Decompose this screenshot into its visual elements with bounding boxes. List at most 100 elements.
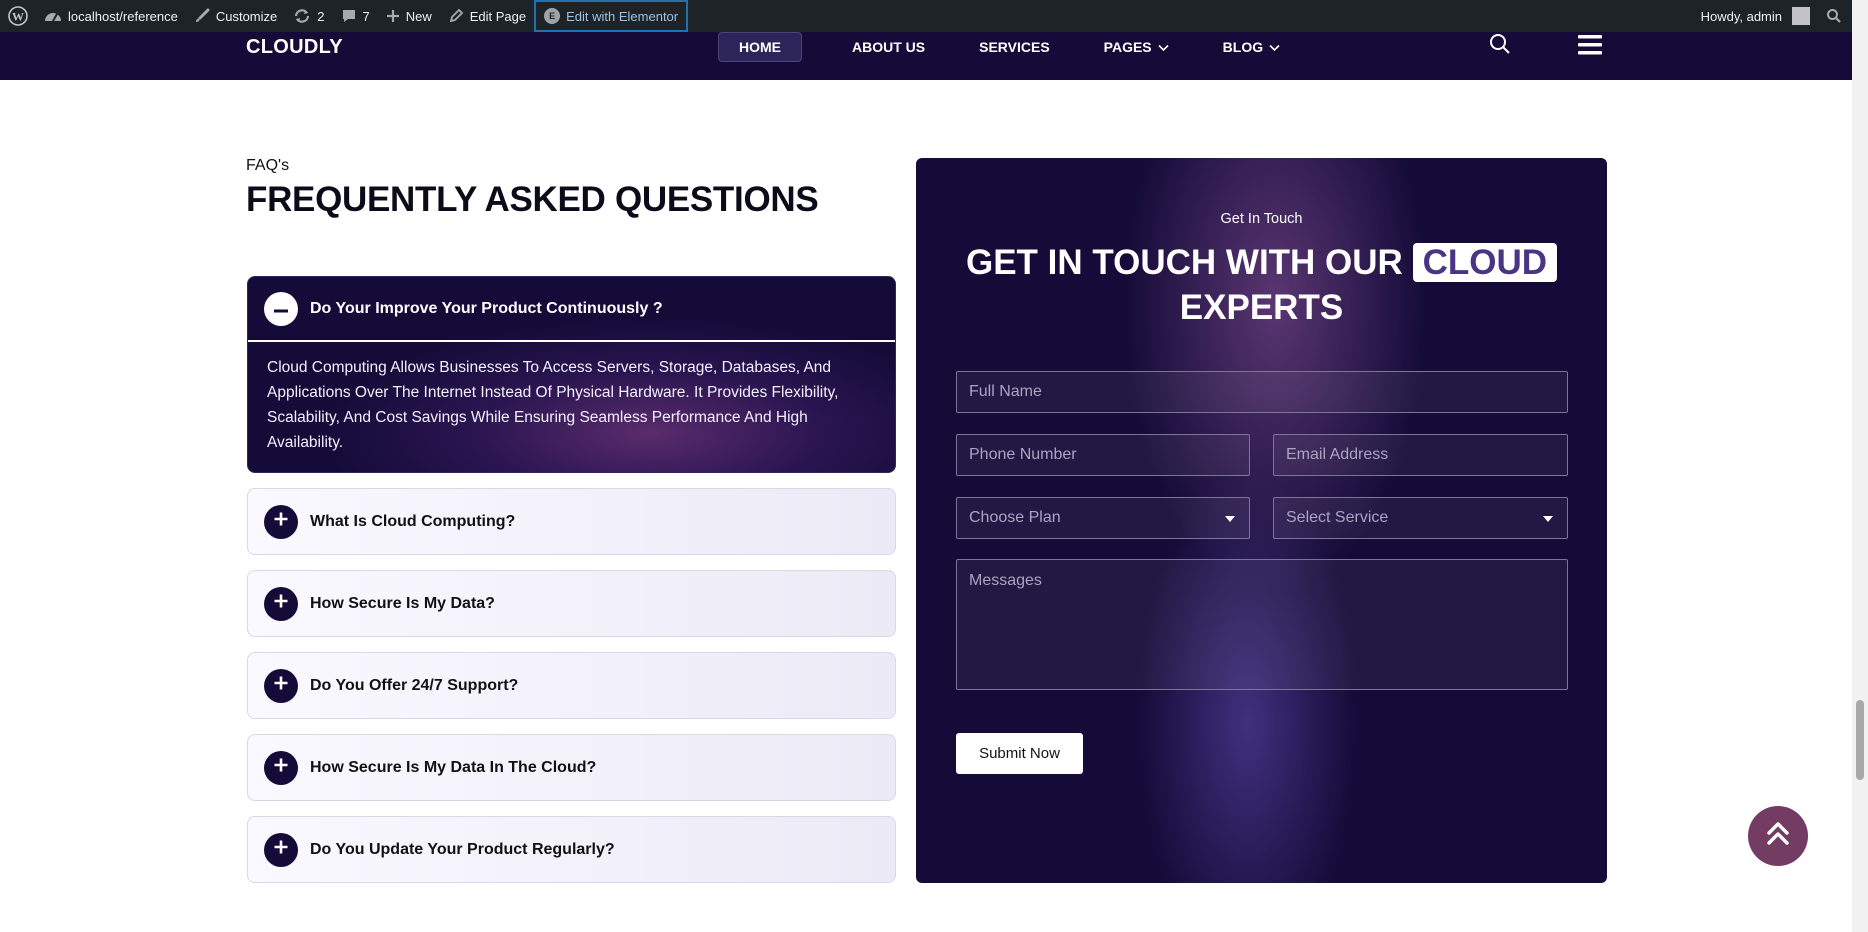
search-icon bbox=[1488, 34, 1512, 60]
contact-title-part2: EXPERTS bbox=[1179, 288, 1344, 327]
nav-item-label: SERVICES bbox=[979, 39, 1050, 55]
double-chevron-up-icon bbox=[1766, 821, 1790, 852]
admin-customize-label: Customize bbox=[215, 8, 278, 24]
service-select-value: Select Service bbox=[1286, 509, 1389, 526]
updates-icon bbox=[293, 7, 311, 25]
plus-icon bbox=[274, 758, 288, 777]
faq-question: Do Your Improve Your Product Continuousl… bbox=[310, 299, 663, 317]
site-logo[interactable]: CLOUDLY bbox=[246, 36, 343, 59]
collapse-button[interactable] bbox=[264, 291, 298, 326]
plus-icon bbox=[274, 840, 288, 859]
nav-item-home[interactable]: HOME bbox=[718, 32, 802, 62]
nav-item-label: BLOG bbox=[1222, 39, 1264, 55]
expand-button[interactable] bbox=[264, 586, 298, 621]
email-placeholder: Email Address bbox=[1286, 446, 1389, 463]
faq-item-header[interactable]: Do Your Improve Your Product Continuousl… bbox=[248, 277, 895, 342]
admin-account-menu[interactable]: Howdy, admin bbox=[1693, 0, 1818, 32]
plan-select[interactable]: Choose Plan bbox=[956, 497, 1250, 539]
contact-kicker: Get In Touch bbox=[1220, 211, 1303, 227]
hamburger-icon bbox=[1578, 35, 1602, 60]
faq-answer: Cloud Computing Allows Businesses To Acc… bbox=[267, 359, 839, 451]
admin-edit-elementor-link[interactable]: E Edit with Elementor bbox=[534, 0, 689, 32]
phone-field[interactable]: Phone Number bbox=[956, 434, 1250, 476]
back-to-top-button[interactable] bbox=[1748, 806, 1808, 866]
chevron-down-icon bbox=[1158, 39, 1169, 55]
faq-question: Do You Offer 24/7 Support? bbox=[310, 676, 519, 694]
faq-question: How Secure Is My Data? bbox=[310, 594, 495, 612]
comment-icon bbox=[341, 8, 357, 24]
admin-search-button[interactable] bbox=[1818, 0, 1852, 32]
admin-comments-count: 7 bbox=[362, 8, 370, 24]
faq-question: How Secure Is My Data In The Cloud? bbox=[310, 758, 597, 776]
admin-site-label: localhost/reference bbox=[68, 8, 178, 24]
expand-button[interactable] bbox=[264, 750, 298, 785]
expand-button[interactable] bbox=[264, 504, 298, 539]
site-header: CLOUDLY HOME ABOUT US SERVICES PAGES BLO… bbox=[0, 32, 1852, 80]
contact-title-part1: GET IN TOUCH WITH OUR bbox=[965, 243, 1403, 282]
admin-comments-link[interactable]: 7 bbox=[333, 0, 378, 32]
brush-icon bbox=[194, 8, 210, 24]
nav-item-blog[interactable]: BLOG bbox=[1203, 32, 1300, 62]
admin-updates-count: 2 bbox=[317, 8, 325, 24]
faq-question: Do You Update Your Product Regularly? bbox=[310, 840, 615, 858]
admin-edit-page-link[interactable]: Edit Page bbox=[440, 0, 534, 32]
admin-site-link[interactable]: localhost/reference bbox=[36, 0, 186, 32]
faq-title: FREQUENTLY ASKED QUESTIONS bbox=[246, 180, 819, 219]
faq-item[interactable]: How Secure Is My Data? bbox=[247, 570, 896, 637]
plus-icon bbox=[274, 676, 288, 695]
nav-item-label: ABOUT US bbox=[852, 39, 926, 55]
dashboard-icon bbox=[44, 9, 62, 23]
faq-item[interactable]: Do You Offer 24/7 Support? bbox=[247, 652, 896, 719]
hamburger-menu-button[interactable] bbox=[1578, 34, 1602, 61]
avatar bbox=[1792, 7, 1810, 25]
nav-item-label: PAGES bbox=[1103, 39, 1152, 55]
admin-updates-link[interactable]: 2 bbox=[285, 0, 332, 32]
email-field[interactable]: Email Address bbox=[1273, 434, 1568, 476]
submit-button[interactable]: Submit Now bbox=[956, 733, 1083, 774]
admin-customize-link[interactable]: Customize bbox=[186, 0, 285, 32]
plus-icon bbox=[386, 9, 400, 23]
nav-item-pages[interactable]: PAGES bbox=[1084, 32, 1189, 62]
nav-item-label: HOME bbox=[739, 39, 781, 55]
contact-panel: Get In Touch GET IN TOUCH WITH OUR CLOUD… bbox=[916, 158, 1607, 883]
wordpress-logo-icon[interactable]: W bbox=[0, 0, 36, 32]
admin-edit-elementor-label: Edit with Elementor bbox=[566, 8, 679, 24]
search-icon bbox=[1826, 8, 1842, 24]
plus-icon bbox=[274, 594, 288, 613]
plus-icon bbox=[274, 512, 288, 531]
nav-item-about-us[interactable]: ABOUT US bbox=[832, 32, 945, 62]
chevron-down-icon bbox=[1269, 39, 1280, 55]
service-select[interactable]: Select Service bbox=[1273, 497, 1568, 539]
expand-button[interactable] bbox=[264, 668, 298, 703]
expand-button[interactable] bbox=[264, 832, 298, 867]
nav-item-services[interactable]: SERVICES bbox=[959, 32, 1070, 62]
elementor-icon: E bbox=[544, 8, 561, 24]
faq-kicker: FAQ's bbox=[246, 157, 290, 174]
admin-new-link[interactable]: New bbox=[378, 0, 440, 32]
caret-down-icon bbox=[1225, 509, 1235, 527]
admin-bar-right: Howdy, admin bbox=[1693, 0, 1852, 32]
faq-item-open: Do Your Improve Your Product Continuousl… bbox=[247, 276, 896, 473]
minus-icon bbox=[274, 300, 288, 318]
page-scrollbar-thumb[interactable] bbox=[1856, 700, 1864, 780]
message-placeholder: Messages bbox=[969, 572, 1042, 589]
admin-edit-page-label: Edit Page bbox=[469, 8, 527, 24]
contact-title: GET IN TOUCH WITH OUR CLOUD EXPERTS bbox=[916, 240, 1607, 330]
full-name-placeholder: Full Name bbox=[969, 383, 1042, 400]
message-field[interactable]: Messages bbox=[956, 559, 1568, 690]
admin-new-label: New bbox=[405, 8, 432, 24]
faq-item[interactable]: Do You Update Your Product Regularly? bbox=[247, 816, 896, 883]
faq-question: What Is Cloud Computing? bbox=[310, 512, 516, 530]
page-scrollbar-track[interactable] bbox=[1852, 0, 1868, 932]
plan-select-value: Choose Plan bbox=[969, 509, 1061, 526]
admin-bar: W localhost/reference Customize 2 7 New bbox=[0, 0, 1852, 32]
svg-text:W: W bbox=[12, 10, 24, 24]
phone-placeholder: Phone Number bbox=[969, 446, 1077, 463]
pencil-icon bbox=[448, 8, 464, 24]
header-search-button[interactable] bbox=[1488, 32, 1512, 61]
faq-item[interactable]: What Is Cloud Computing? bbox=[247, 488, 896, 555]
admin-greeting: Howdy, admin bbox=[1700, 8, 1782, 24]
full-name-field[interactable]: Full Name bbox=[956, 371, 1568, 413]
contact-title-highlight: CLOUD bbox=[1412, 243, 1557, 282]
faq-item[interactable]: How Secure Is My Data In The Cloud? bbox=[247, 734, 896, 801]
